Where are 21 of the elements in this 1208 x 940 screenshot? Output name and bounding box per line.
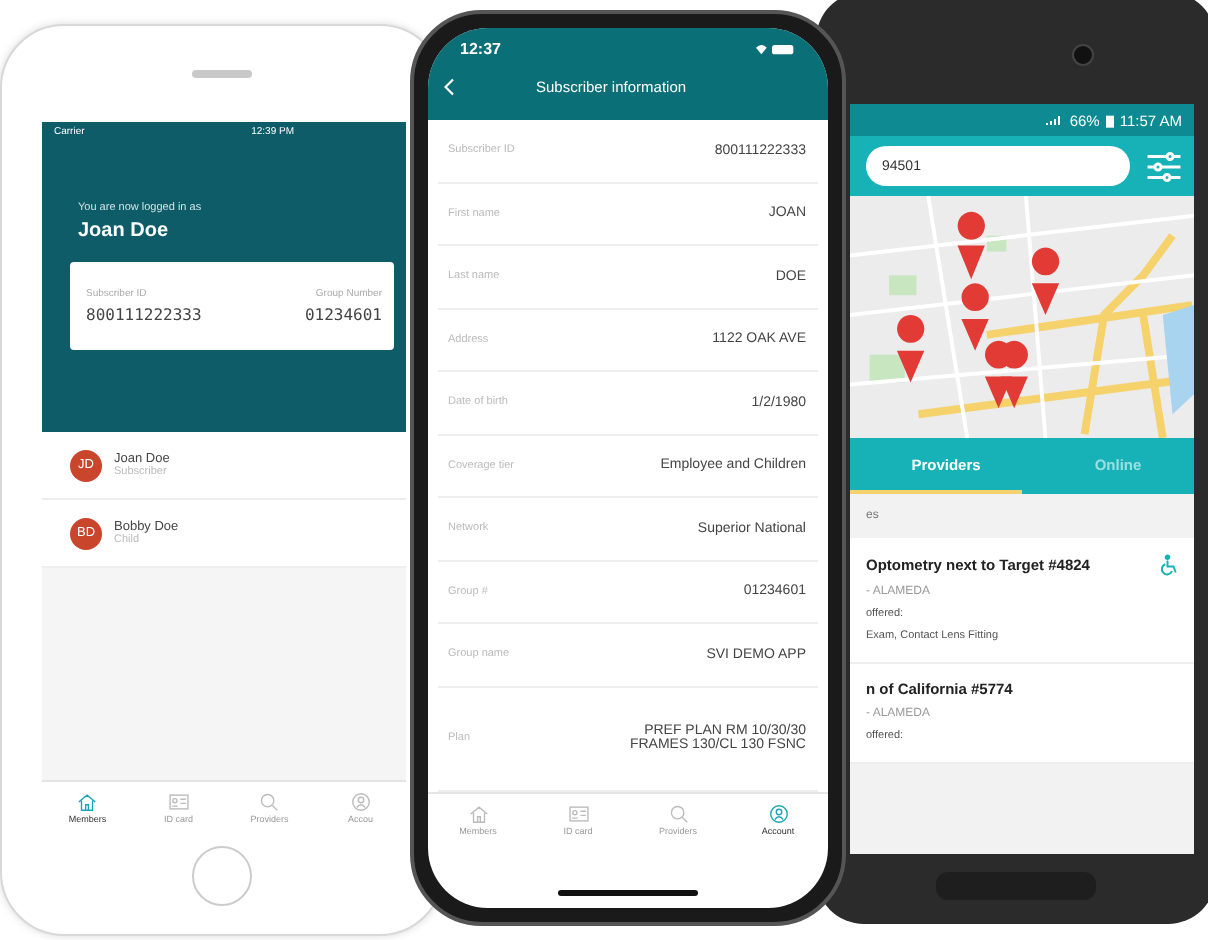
battery-icon (1105, 113, 1114, 127)
sliders-icon[interactable] (1146, 151, 1182, 181)
home-indicator (558, 890, 698, 896)
search-icon (258, 792, 281, 812)
wifi-battery-icon (756, 42, 796, 56)
person-icon (767, 803, 789, 823)
person-icon (349, 792, 372, 812)
house-icon (76, 792, 99, 812)
camera-icon (1072, 44, 1094, 66)
user-name: Joan Doe (78, 220, 171, 242)
map-drawing[interactable] (850, 196, 1194, 438)
id-card-icon (167, 792, 190, 812)
signal-icon (1043, 114, 1064, 126)
field-value: 01234601 (304, 306, 382, 324)
back-icon[interactable] (444, 78, 456, 96)
speaker-slot-icon (192, 70, 252, 78)
id-card-icon (567, 803, 589, 823)
field-value: 800111222333 (86, 306, 202, 324)
house-icon (467, 803, 489, 823)
search-icon (667, 803, 689, 823)
clock-time: 12:37 (460, 40, 501, 58)
